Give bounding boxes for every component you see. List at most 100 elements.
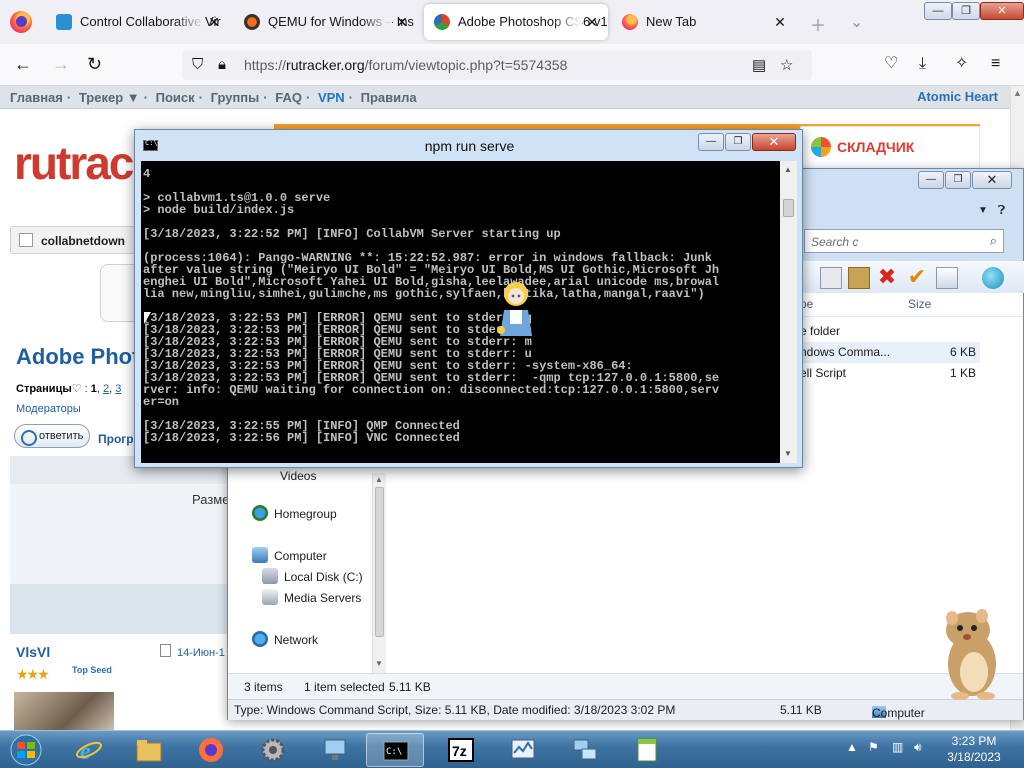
console-scrollbar[interactable]: ▲ ▼ (780, 161, 797, 463)
forward-arrow-icon[interactable]: → (52, 54, 70, 74)
menu-home-link[interactable]: Главная (10, 90, 63, 105)
menu-faq-link[interactable]: FAQ (275, 90, 302, 105)
scrollbar-thumb[interactable] (783, 199, 794, 217)
paste-icon[interactable] (848, 267, 870, 289)
restore-window-button[interactable]: ❐ (952, 2, 980, 20)
volume-icon[interactable]: 🔊︎ (914, 740, 922, 755)
anime-desktop-mascot-icon[interactable] (496, 280, 534, 342)
scroll-up-arrow-icon[interactable]: ▲ (1013, 88, 1022, 98)
taskbar-explorer-button[interactable] (120, 733, 178, 767)
network-status-icon[interactable]: ▥ (892, 740, 903, 754)
list-all-tabs-chevron-icon[interactable]: ⌄ (850, 12, 863, 32)
chevron-down-icon[interactable]: ▼ (978, 205, 988, 216)
nav-item-media-servers[interactable]: Media Servers (262, 589, 361, 605)
minimize-window-button[interactable]: — (698, 133, 724, 151)
menu-rules-link[interactable]: Правила (361, 90, 417, 105)
pocket-icon[interactable]: ♡ (884, 54, 898, 74)
tab-fade (552, 4, 582, 40)
file-row[interactable]: ell Script 1 KB (798, 363, 980, 384)
taskbar-ie-button[interactable]: e (60, 733, 118, 767)
navigation-scrollbar[interactable]: ▲ ▼ (372, 473, 386, 673)
hamster-mascot-icon[interactable] (934, 604, 1004, 700)
close-window-button[interactable]: ✕ (972, 171, 1012, 189)
hamburger-menu-icon[interactable]: ≡ (991, 54, 1000, 74)
new-tab-plus-icon[interactable]: ＋ (810, 12, 826, 36)
lock-icon[interactable]: 🔒︎ (218, 56, 226, 73)
delete-icon[interactable]: ✖ (876, 266, 898, 289)
start-button-windows-icon[interactable] (6, 734, 46, 766)
scroll-down-arrow-icon[interactable]: ▼ (784, 449, 792, 458)
file-row-selected[interactable]: ndows Comma... 6 KB (798, 342, 980, 363)
page-3-link[interactable]: 3 (115, 383, 121, 395)
nav-item-homegroup[interactable]: Homegroup (252, 505, 337, 521)
close-tab-icon[interactable]: ✕ (584, 4, 600, 40)
close-tab-icon[interactable]: ✕ (394, 4, 410, 40)
post-username[interactable]: VlsVl (16, 644, 50, 660)
skladchik-banner[interactable]: СКЛАДЧИК (800, 126, 980, 170)
console-output-area[interactable]: """"""""""""""""""""""""""""""""""""" 4 … (141, 161, 797, 463)
downloads-icon[interactable]: ⤓ (919, 54, 926, 74)
tab-control-collaborative[interactable]: Control Collaborative Vir ✕ (46, 4, 230, 40)
scroll-up-arrow-icon[interactable]: ▲ (375, 475, 383, 484)
close-window-button[interactable]: ✕ (752, 133, 796, 151)
taskbar-notepadpp-button[interactable] (618, 733, 676, 767)
maximize-window-button[interactable]: ❐ (725, 133, 751, 151)
tracking-protection-shield-icon[interactable]: ⛉ (192, 56, 203, 73)
nav-item-videos[interactable]: Videos (280, 469, 316, 483)
programs-breadcrumb-link[interactable]: Прогр (98, 432, 134, 446)
file-row[interactable]: e folder (798, 321, 980, 342)
tag-box[interactable]: collabnetdown (10, 226, 140, 254)
nav-item-computer[interactable]: Computer (252, 547, 327, 563)
column-header-size[interactable]: Size (908, 297, 931, 311)
search-input[interactable]: Search c ⌕ (804, 229, 1004, 253)
pages-caret-icon[interactable]: ♡ (72, 383, 82, 395)
url-text[interactable]: https://rutracker.org/forum/viewtopic.ph… (244, 57, 567, 73)
menu-tracker-link[interactable]: Трекер ▼ (79, 90, 140, 105)
taskbar-7zip-button[interactable]: 7z (432, 733, 490, 767)
taskbar-perfmon-button[interactable] (494, 733, 552, 767)
close-window-button[interactable]: ✕ (980, 2, 1024, 20)
nav-item-local-disk[interactable]: Local Disk (C:) (262, 568, 363, 584)
search-icon[interactable]: ⌕ (990, 233, 997, 249)
scrollbar-thumb[interactable] (375, 487, 384, 637)
taskbar-cmd-button[interactable]: C:\ (366, 733, 424, 767)
tab-new-tab[interactable]: New Tab ✕ (612, 4, 796, 40)
close-tab-icon[interactable]: ✕ (206, 4, 222, 40)
taskbar-network-button[interactable] (556, 733, 614, 767)
scroll-down-arrow-icon[interactable]: ▼ (375, 659, 383, 668)
post-date-link[interactable]: 14-Июн-1 (160, 644, 225, 659)
scroll-up-arrow-icon[interactable]: ▲ (784, 165, 792, 174)
menu-search-link[interactable]: Поиск (156, 90, 195, 105)
back-arrow-icon[interactable]: ← (14, 54, 32, 74)
taskbar-settings-button[interactable] (244, 733, 302, 767)
firefox-logo-icon[interactable] (10, 11, 32, 33)
close-tab-icon[interactable]: ✕ (772, 4, 788, 40)
taskbar-firefox-button[interactable] (182, 733, 240, 767)
bookmark-star-icon[interactable]: ☆ (780, 56, 793, 74)
page-2-link[interactable]: 2 (103, 383, 109, 395)
reader-view-icon[interactable]: ▤ (752, 56, 766, 74)
maximize-window-button[interactable]: ❐ (945, 171, 971, 189)
copy-icon[interactable] (820, 267, 842, 289)
tab-qemu-for-windows[interactable]: QEMU for Windows – Ins ✕ (234, 4, 418, 40)
taskbar-remote-desktop-button[interactable] (306, 733, 364, 767)
menu-groups-link[interactable]: Группы (211, 90, 260, 105)
show-hidden-icons-chevron-icon[interactable]: ▲ (846, 740, 858, 754)
atomic-heart-promo-link[interactable]: Atomic Heart (917, 89, 998, 104)
moderators-link[interactable]: Модераторы (16, 403, 81, 415)
tab-adobe-photoshop[interactable]: Adobe Photoshop CS6 v1 ✕ (424, 4, 608, 40)
reload-icon[interactable]: ↻ (87, 54, 102, 74)
properties-icon[interactable] (936, 267, 958, 289)
action-center-flag-icon[interactable]: ⚑ (868, 740, 879, 754)
address-bar[interactable]: ⛉ 🔒︎ https://rutracker.org/forum/viewtop… (182, 50, 812, 80)
checkmark-icon[interactable]: ✔ (906, 266, 928, 289)
nav-item-network[interactable]: Network (252, 631, 318, 647)
menu-vpn-link[interactable]: VPN (318, 90, 345, 105)
network-globe-icon[interactable] (982, 267, 1004, 289)
minimize-window-button[interactable]: — (918, 171, 944, 189)
system-clock[interactable]: 3:23 PM 3/18/2023 (940, 733, 1008, 765)
reply-button[interactable]: ответить (14, 424, 90, 448)
help-icon[interactable]: ❓︎ (998, 203, 1005, 218)
extensions-icon[interactable]: ✧ (955, 54, 968, 74)
minimize-window-button[interactable]: — (924, 2, 952, 20)
